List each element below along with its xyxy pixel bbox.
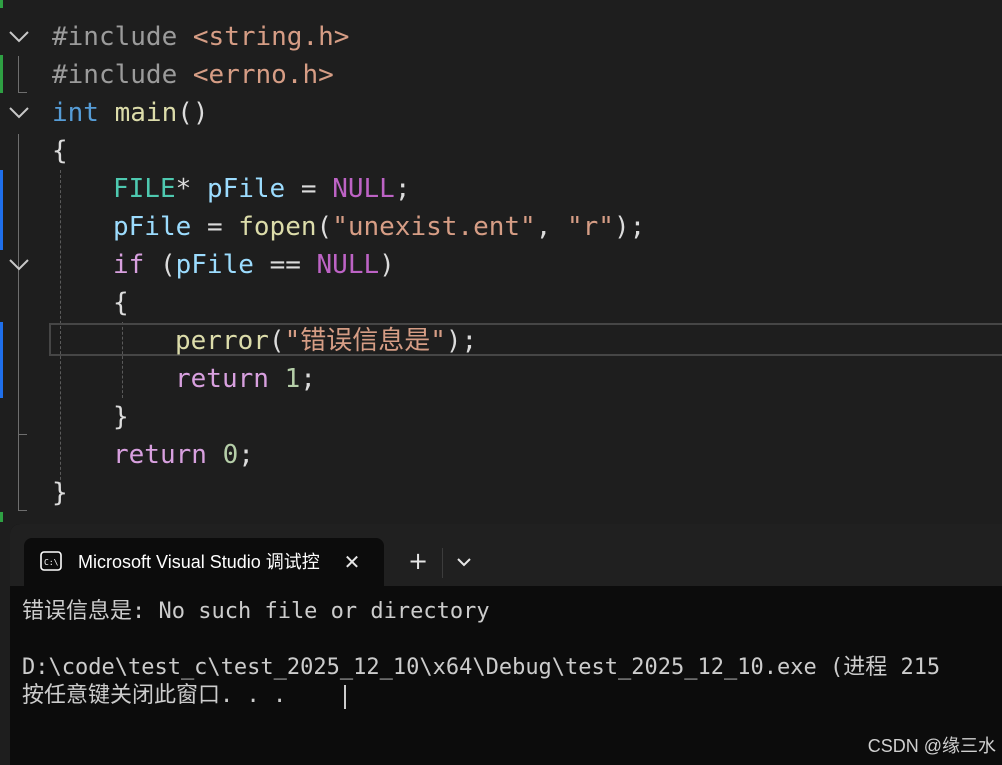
- console-icon: C:\: [40, 551, 62, 571]
- punctuation: ;: [394, 174, 411, 204]
- variable: pFile: [206, 174, 286, 204]
- change-marker-saved: [0, 512, 3, 522]
- preprocessor-directive: #include: [52, 60, 178, 90]
- control-keyword: return: [113, 440, 207, 470]
- code-line[interactable]: FILE* pFile = NULL;: [0, 170, 1002, 208]
- control-keyword: if: [113, 250, 145, 280]
- code-line[interactable]: }: [0, 398, 1002, 436]
- operator: =: [300, 174, 317, 204]
- change-marker-saved: [0, 0, 3, 8]
- tab-title: Microsoft Visual Studio 调试控: [78, 552, 320, 572]
- brace: {: [52, 136, 68, 166]
- code-line[interactable]: {: [0, 132, 1002, 170]
- brace: {: [113, 288, 129, 318]
- punctuation: ): [379, 250, 395, 280]
- punctuation: ;: [300, 364, 316, 394]
- chevron-down-icon[interactable]: [452, 550, 476, 574]
- punctuation: );: [445, 326, 478, 356]
- code-editor[interactable]: #include <string.h> #include <errno.h> i…: [0, 0, 1002, 522]
- punctuation: *: [175, 174, 192, 204]
- console-output-line: 错误信息是: No such file or directory: [22, 599, 490, 624]
- string-literal: "unexist.ent": [332, 212, 536, 242]
- macro: NULL: [332, 174, 395, 204]
- keyword: int: [52, 98, 99, 128]
- operator: =: [206, 212, 223, 242]
- function-name: fopen: [238, 212, 317, 242]
- brace: }: [52, 478, 68, 508]
- brace: }: [113, 402, 129, 432]
- code-line[interactable]: return 0;: [0, 436, 1002, 474]
- string-literal: "错误信息是": [284, 326, 446, 356]
- code-line[interactable]: #include <string.h>: [0, 18, 1002, 56]
- divider: [442, 548, 443, 578]
- number-literal: 1: [284, 364, 301, 394]
- text-cursor: [344, 685, 346, 709]
- operator: ==: [269, 250, 301, 280]
- code-line[interactable]: pFile = fopen("unexist.ent", "r");: [0, 208, 1002, 246]
- svg-text:C:\: C:\: [44, 558, 59, 567]
- function-name: main: [114, 98, 178, 128]
- console-output-line: D:\code\test_c\test_2025_12_10\x64\Debug…: [22, 655, 941, 680]
- code-line[interactable]: #include <errno.h>: [0, 56, 1002, 94]
- code-line[interactable]: }: [0, 474, 1002, 512]
- code-line[interactable]: if (pFile == NULL): [0, 246, 1002, 284]
- new-tab-button[interactable]: +: [404, 548, 432, 576]
- variable: pFile: [113, 212, 192, 242]
- number-literal: 0: [222, 440, 239, 470]
- function-name: perror: [175, 326, 269, 356]
- punctuation: (: [316, 212, 333, 242]
- punctuation: (): [177, 98, 209, 128]
- control-keyword: return: [175, 364, 269, 394]
- code-line[interactable]: perror("错误信息是");: [0, 322, 1002, 360]
- type-name: FILE: [113, 174, 176, 204]
- variable: pFile: [175, 250, 254, 280]
- close-icon[interactable]: ✕: [340, 550, 364, 574]
- code-line[interactable]: int main(): [0, 94, 1002, 132]
- macro: NULL: [316, 250, 380, 280]
- punctuation: ,: [535, 212, 552, 242]
- include-header: <string.h>: [192, 22, 350, 52]
- watermark: CSDN @缘三水: [867, 736, 996, 756]
- code-line[interactable]: {: [0, 284, 1002, 322]
- tab-debug-console[interactable]: C:\ Microsoft Visual Studio 调试控 ✕: [24, 538, 384, 586]
- include-header: <errno.h>: [192, 60, 334, 90]
- console-output-line: 按任意键关闭此窗口. . .: [22, 683, 287, 708]
- code-line[interactable]: return 1;: [0, 360, 1002, 398]
- punctuation: (: [159, 250, 176, 280]
- debug-console-window[interactable]: C:\ Microsoft Visual Studio 调试控 ✕ + 错误信息…: [10, 524, 1002, 765]
- tab-strip: C:\ Microsoft Visual Studio 调试控 ✕ +: [10, 524, 1002, 586]
- string-literal: "r": [567, 212, 614, 242]
- punctuation: ;: [238, 440, 254, 470]
- punctuation: );: [613, 212, 646, 242]
- preprocessor-directive: #include: [52, 22, 178, 52]
- punctuation: (: [268, 326, 285, 356]
